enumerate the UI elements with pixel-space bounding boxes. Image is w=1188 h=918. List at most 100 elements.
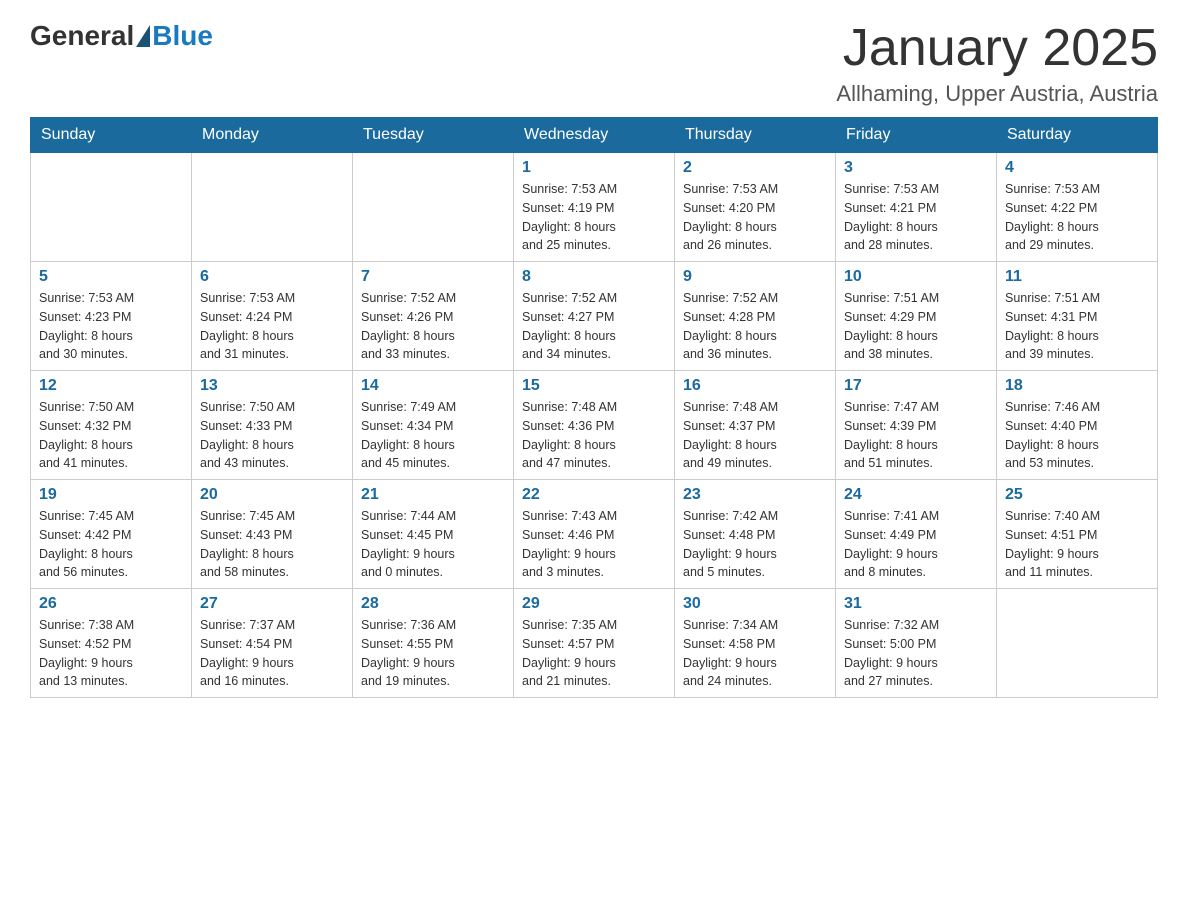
day-info: Sunrise: 7:43 AM Sunset: 4:46 PM Dayligh… [522,507,666,582]
calendar-body: 1Sunrise: 7:53 AM Sunset: 4:19 PM Daylig… [31,153,1158,698]
calendar-cell: 27 Sunrise: 7:37 AM Sunset: 4:54 PM Dayli… [192,589,353,698]
calendar-cell: 20 Sunrise: 7:45 AM Sunset: 4:43 PM Dayli… [192,480,353,589]
day-header-monday: Monday [192,118,353,153]
calendar-cell: 11 Sunrise: 7:51 AM Sunset: 4:31 PM Dayli… [997,262,1158,371]
day-info: Sunrise: 7:49 AM Sunset: 4:34 PM Dayligh… [361,398,505,473]
day-number: 29 [522,595,666,613]
day-header-sunday: Sunday [31,118,192,153]
day-info: Sunrise: 7:37 AM Sunset: 4:54 PM Dayligh… [200,616,344,691]
day-info: Sunrise: 7:47 AM Sunset: 4:39 PM Dayligh… [844,398,988,473]
calendar-cell: 2Sunrise: 7:53 AM Sunset: 4:20 PM Daylig… [675,153,836,262]
title-area: January 2025 Allhaming, Upper Austria, A… [836,20,1158,107]
day-number: 3 [844,159,988,177]
day-info: Sunrise: 7:35 AM Sunset: 4:57 PM Dayligh… [522,616,666,691]
logo-triangle-icon [136,25,150,47]
day-info: Sunrise: 7:44 AM Sunset: 4:45 PM Dayligh… [361,507,505,582]
day-info: Sunrise: 7:45 AM Sunset: 4:43 PM Dayligh… [200,507,344,582]
day-number: 27 [200,595,344,613]
day-number: 7 [361,268,505,286]
day-header-friday: Friday [836,118,997,153]
logo-text: General Blue [30,20,213,52]
day-number: 1 [522,159,666,177]
calendar-cell [353,153,514,262]
day-number: 6 [200,268,344,286]
day-number: 10 [844,268,988,286]
calendar-cell: 3 Sunrise: 7:53 AM Sunset: 4:21 PM Daylig… [836,153,997,262]
day-info: Sunrise: 7:53 AM Sunset: 4:21 PM Dayligh… [844,180,988,255]
day-number: 21 [361,486,505,504]
calendar-cell: 14 Sunrise: 7:49 AM Sunset: 4:34 PM Dayli… [353,371,514,480]
day-number: 20 [200,486,344,504]
calendar-cell: 18Sunrise: 7:46 AM Sunset: 4:40 PM Dayli… [997,371,1158,480]
day-number: 28 [361,595,505,613]
day-number: 25 [1005,486,1149,504]
calendar-cell: 24 Sunrise: 7:41 AM Sunset: 4:49 PM Dayli… [836,480,997,589]
calendar-cell: 9 Sunrise: 7:52 AM Sunset: 4:28 PM Daylig… [675,262,836,371]
calendar-cell: 28 Sunrise: 7:36 AM Sunset: 4:55 PM Dayli… [353,589,514,698]
location-title: Allhaming, Upper Austria, Austria [836,81,1158,107]
calendar-header: SundayMondayTuesdayWednesdayThursdayFrid… [31,118,1158,153]
calendar-cell: 30Sunrise: 7:34 AM Sunset: 4:58 PM Dayli… [675,589,836,698]
calendar-cell: 22 Sunrise: 7:43 AM Sunset: 4:46 PM Dayli… [514,480,675,589]
calendar-cell: 1Sunrise: 7:53 AM Sunset: 4:19 PM Daylig… [514,153,675,262]
calendar-cell: 19 Sunrise: 7:45 AM Sunset: 4:42 PM Dayli… [31,480,192,589]
calendar-cell: 16Sunrise: 7:48 AM Sunset: 4:37 PM Dayli… [675,371,836,480]
calendar-cell: 10Sunrise: 7:51 AM Sunset: 4:29 PM Dayli… [836,262,997,371]
calendar-cell: 31 Sunrise: 7:32 AM Sunset: 5:00 PM Dayli… [836,589,997,698]
week-row-1: 1Sunrise: 7:53 AM Sunset: 4:19 PM Daylig… [31,153,1158,262]
calendar-cell: 17 Sunrise: 7:47 AM Sunset: 4:39 PM Dayli… [836,371,997,480]
day-info: Sunrise: 7:32 AM Sunset: 5:00 PM Dayligh… [844,616,988,691]
day-info: Sunrise: 7:51 AM Sunset: 4:31 PM Dayligh… [1005,289,1149,364]
week-row-2: 5Sunrise: 7:53 AM Sunset: 4:23 PM Daylig… [31,262,1158,371]
day-number: 30 [683,595,827,613]
day-number: 4 [1005,159,1149,177]
week-row-5: 26 Sunrise: 7:38 AM Sunset: 4:52 PM Dayli… [31,589,1158,698]
calendar-cell: 26 Sunrise: 7:38 AM Sunset: 4:52 PM Dayli… [31,589,192,698]
calendar-cell: 4Sunrise: 7:53 AM Sunset: 4:22 PM Daylig… [997,153,1158,262]
day-info: Sunrise: 7:50 AM Sunset: 4:33 PM Dayligh… [200,398,344,473]
day-info: Sunrise: 7:41 AM Sunset: 4:49 PM Dayligh… [844,507,988,582]
calendar-cell: 8 Sunrise: 7:52 AM Sunset: 4:27 PM Daylig… [514,262,675,371]
day-info: Sunrise: 7:52 AM Sunset: 4:26 PM Dayligh… [361,289,505,364]
calendar-cell: 12 Sunrise: 7:50 AM Sunset: 4:32 PM Dayli… [31,371,192,480]
day-info: Sunrise: 7:48 AM Sunset: 4:36 PM Dayligh… [522,398,666,473]
day-info: Sunrise: 7:52 AM Sunset: 4:27 PM Dayligh… [522,289,666,364]
day-number: 19 [39,486,183,504]
day-info: Sunrise: 7:52 AM Sunset: 4:28 PM Dayligh… [683,289,827,364]
day-info: Sunrise: 7:36 AM Sunset: 4:55 PM Dayligh… [361,616,505,691]
calendar-cell: 7 Sunrise: 7:52 AM Sunset: 4:26 PM Daylig… [353,262,514,371]
day-number: 31 [844,595,988,613]
calendar-cell: 23Sunrise: 7:42 AM Sunset: 4:48 PM Dayli… [675,480,836,589]
day-number: 18 [1005,377,1149,395]
day-number: 9 [683,268,827,286]
month-title: January 2025 [836,20,1158,77]
day-number: 23 [683,486,827,504]
day-number: 15 [522,377,666,395]
day-number: 17 [844,377,988,395]
day-number: 14 [361,377,505,395]
day-number: 11 [1005,268,1149,286]
logo-general: General [30,20,134,52]
day-info: Sunrise: 7:53 AM Sunset: 4:24 PM Dayligh… [200,289,344,364]
day-number: 8 [522,268,666,286]
day-number: 26 [39,595,183,613]
day-info: Sunrise: 7:45 AM Sunset: 4:42 PM Dayligh… [39,507,183,582]
day-info: Sunrise: 7:38 AM Sunset: 4:52 PM Dayligh… [39,616,183,691]
day-number: 22 [522,486,666,504]
day-number: 24 [844,486,988,504]
calendar-cell: 5Sunrise: 7:53 AM Sunset: 4:23 PM Daylig… [31,262,192,371]
calendar-cell: 21 Sunrise: 7:44 AM Sunset: 4:45 PM Dayli… [353,480,514,589]
day-info: Sunrise: 7:48 AM Sunset: 4:37 PM Dayligh… [683,398,827,473]
calendar-cell: 13Sunrise: 7:50 AM Sunset: 4:33 PM Dayli… [192,371,353,480]
logo-blue: Blue [152,20,213,52]
calendar: SundayMondayTuesdayWednesdayThursdayFrid… [30,117,1158,698]
header: General Blue January 2025 Allhaming, Upp… [30,20,1158,107]
calendar-cell [31,153,192,262]
calendar-cell: 29 Sunrise: 7:35 AM Sunset: 4:57 PM Dayli… [514,589,675,698]
header-row: SundayMondayTuesdayWednesdayThursdayFrid… [31,118,1158,153]
week-row-4: 19 Sunrise: 7:45 AM Sunset: 4:42 PM Dayli… [31,480,1158,589]
day-number: 12 [39,377,183,395]
day-info: Sunrise: 7:50 AM Sunset: 4:32 PM Dayligh… [39,398,183,473]
day-number: 2 [683,159,827,177]
calendar-cell [997,589,1158,698]
